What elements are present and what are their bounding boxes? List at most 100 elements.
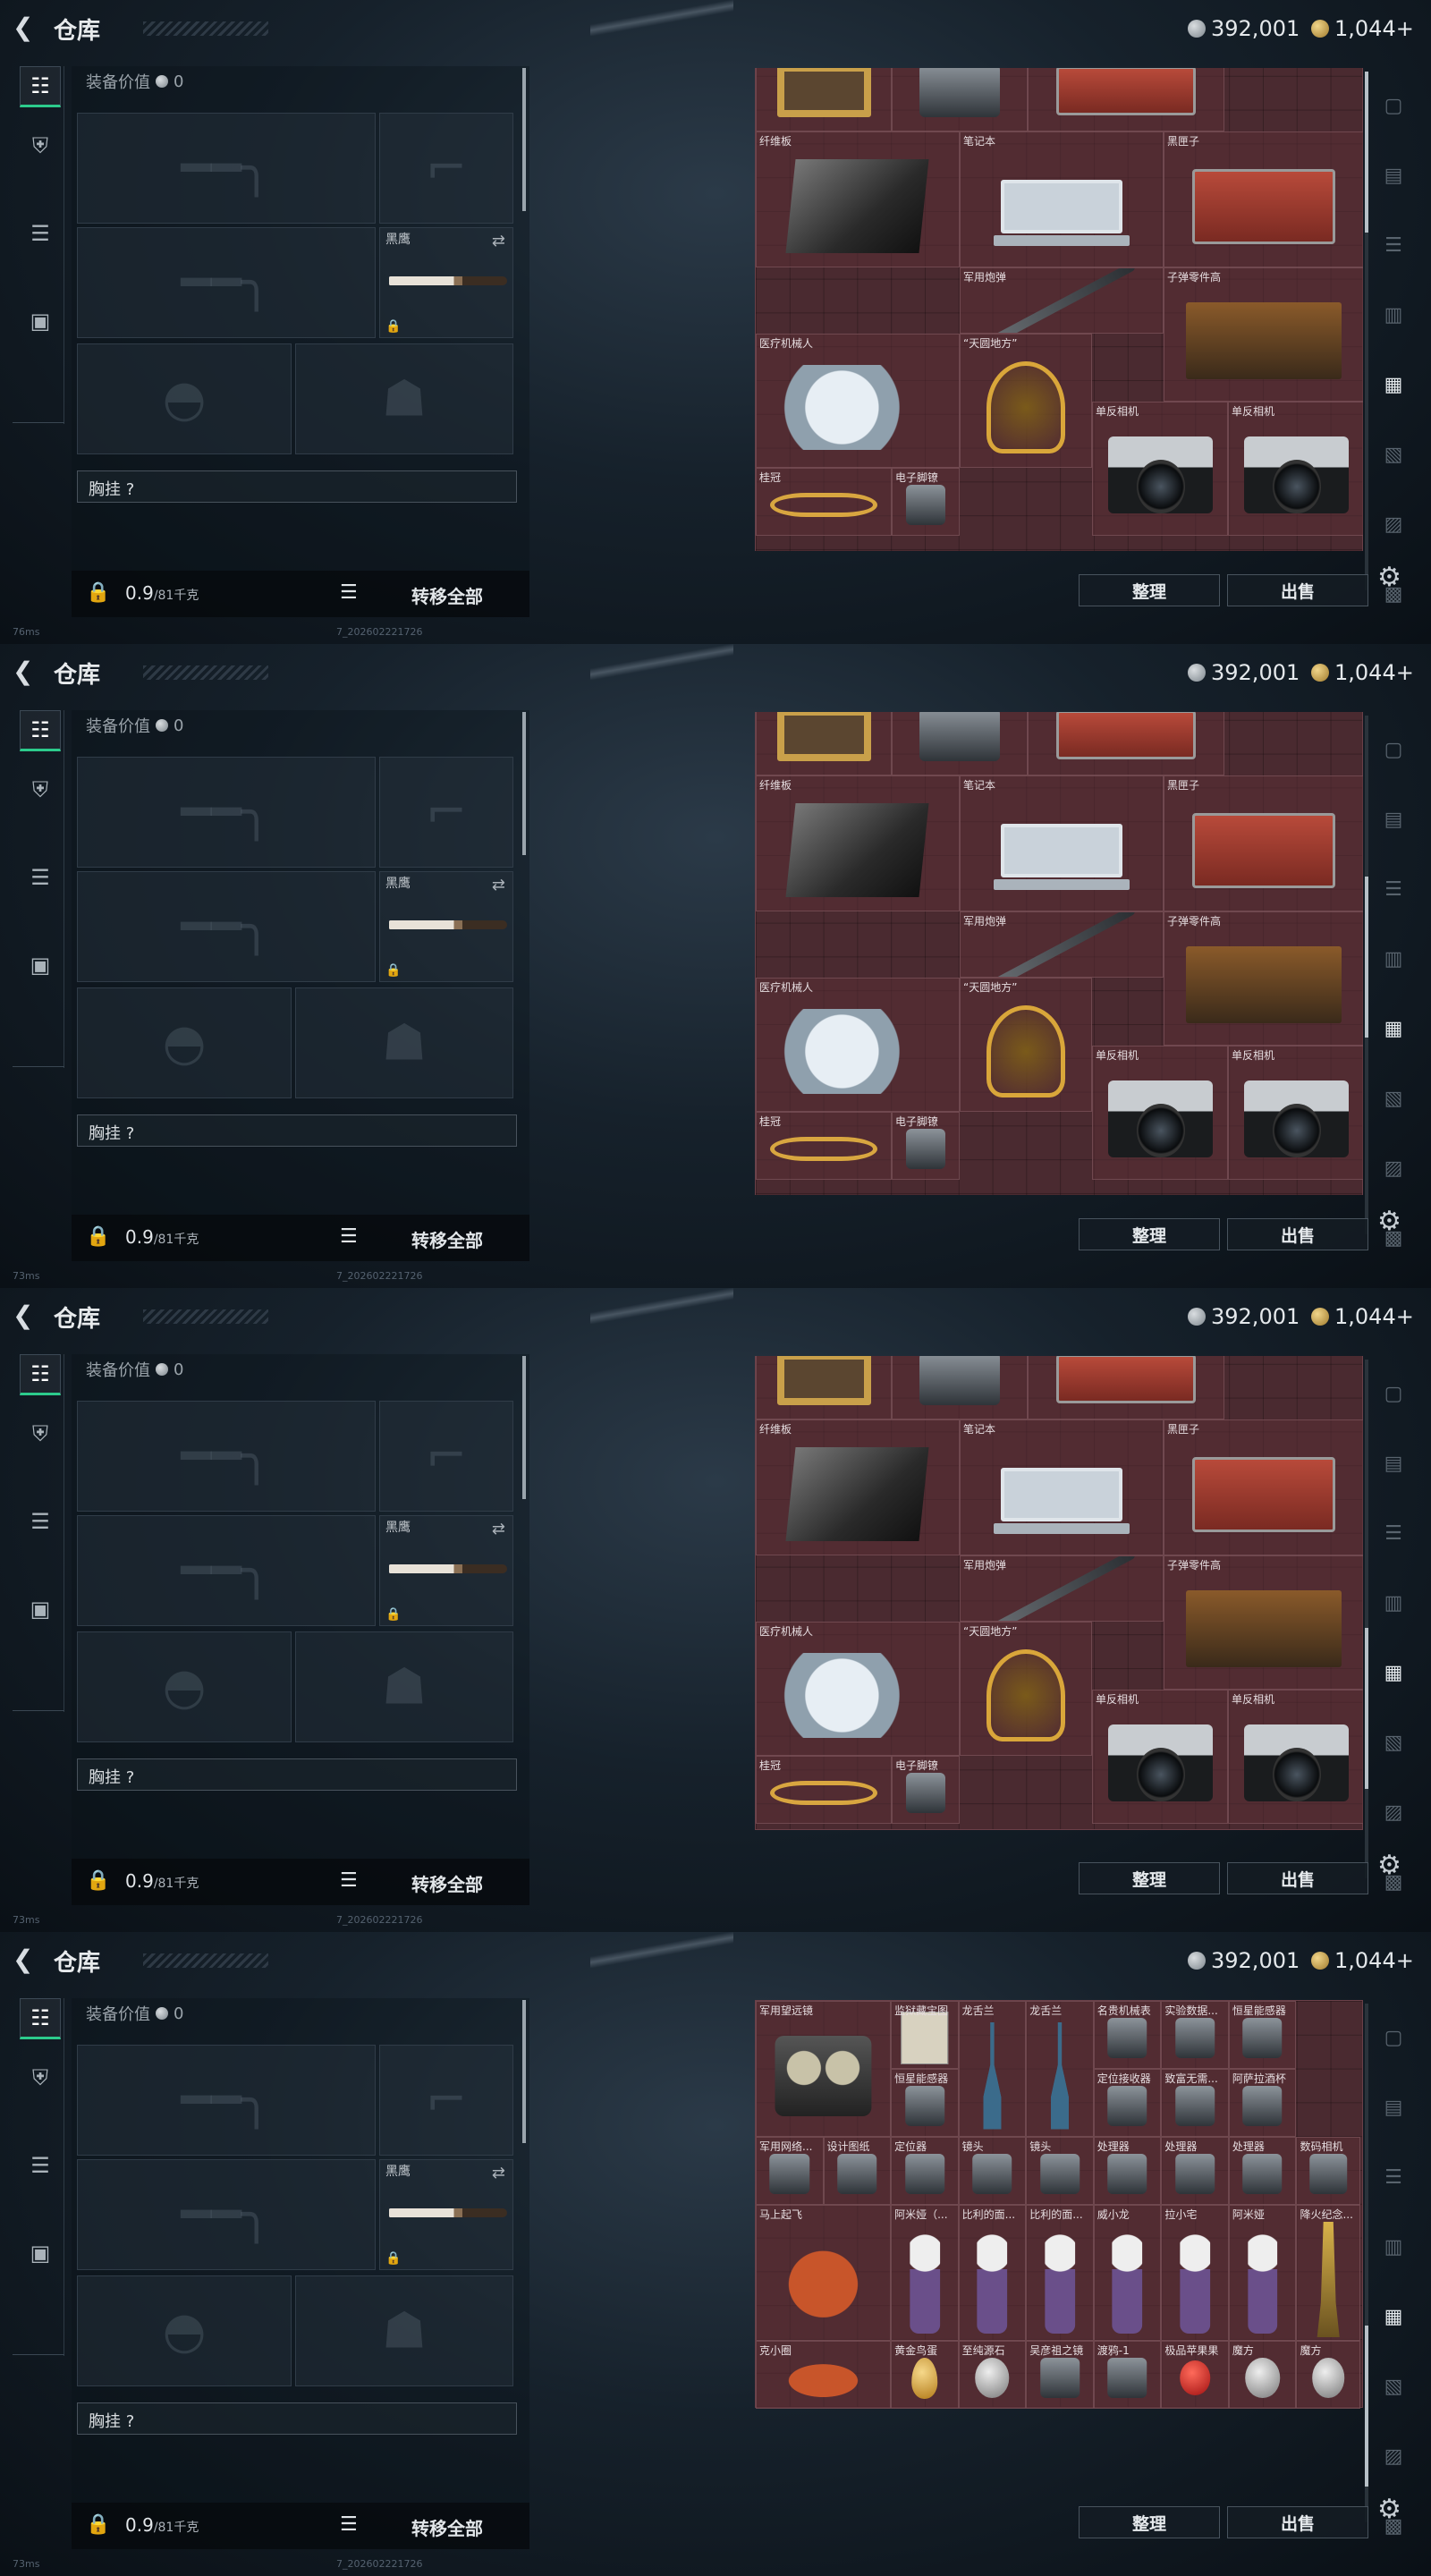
stash-item[interactable]: 镜头 <box>958 2137 1027 2205</box>
transfer-all-button[interactable]: 转移全部 <box>411 2514 483 2540</box>
stash-item[interactable]: 恒星能感器 <box>1228 2001 1297 2069</box>
stash-item[interactable]: 吴彦祖之镜 <box>1026 2341 1094 2409</box>
list-icon[interactable]: ☰ <box>340 581 358 604</box>
stash-scrollbar[interactable] <box>1365 1360 1368 1878</box>
pistol-slot[interactable]: ⌐ <box>379 2045 513 2156</box>
stash-item[interactable]: 名贵机械表 <box>1093 2001 1162 2069</box>
stash-item[interactable]: 马上起飞 <box>756 2205 892 2341</box>
sell-button[interactable]: 出售 <box>1227 1862 1368 1894</box>
helmet-slot[interactable]: ◓ <box>77 987 292 1098</box>
melee-slot[interactable]: 黑鹰 ⇄ 🔒 <box>379 871 513 982</box>
category-tab[interactable]: ▦ <box>1377 1013 1410 1045</box>
nav-briefcase-button[interactable]: ▣ <box>20 2233 61 2274</box>
stash-item[interactable]: 降火纪念... <box>1296 2205 1361 2341</box>
secondary-weapon-slot[interactable]: ━━╮ <box>77 2159 376 2270</box>
stash-item[interactable]: 黑匣子 <box>1164 131 1363 267</box>
nav-clipboard-button[interactable]: ☰ <box>20 1501 61 1542</box>
stash-item[interactable] <box>1028 712 1224 775</box>
category-tab[interactable]: ▨ <box>1377 1152 1410 1184</box>
stash-scrollbar[interactable] <box>1365 72 1368 590</box>
pistol-slot[interactable]: ⌐ <box>379 113 513 224</box>
nav-clipboard-button[interactable]: ☰ <box>20 2145 61 2186</box>
settings-gear-icon[interactable]: ⚙ <box>1377 1850 1401 1881</box>
stash-item[interactable]: 军用炮弹 <box>960 911 1164 978</box>
stash-scrollbar[interactable] <box>1365 2004 1368 2522</box>
equipment-scrollbar[interactable] <box>522 2000 526 2143</box>
stash-item[interactable]: 军用望远镜 <box>756 2001 892 2137</box>
stash-item[interactable]: 纤维板 <box>756 775 960 911</box>
sell-button[interactable]: 出售 <box>1227 1218 1368 1250</box>
stash-item[interactable]: 渡鸦-1 <box>1093 2341 1162 2409</box>
category-tab[interactable]: ▥ <box>1377 943 1410 975</box>
stash-item[interactable]: 子弹零件高 <box>1164 267 1363 402</box>
stash-item[interactable]: 桂冠 <box>756 1756 892 1824</box>
stash-item[interactable] <box>756 68 892 131</box>
stash-item[interactable]: 电子脚镣 <box>892 1756 960 1824</box>
stash-scroll-thumb[interactable] <box>1365 72 1368 233</box>
stash-item[interactable]: 黄金鸟蛋 <box>891 2341 959 2409</box>
stash-item[interactable]: 桂冠 <box>756 1112 892 1180</box>
armor-slot[interactable]: ☗ <box>295 343 513 454</box>
stash-item[interactable]: 单反相机 <box>1092 1690 1228 1824</box>
category-tab[interactable]: ☰ <box>1377 1517 1410 1549</box>
stash-item[interactable]: 龙舌兰 <box>958 2001 1027 2137</box>
chest-rig-slot[interactable]: 胸挂 ? <box>77 1114 517 1147</box>
category-tab[interactable]: ▥ <box>1377 2231 1410 2263</box>
stash-item[interactable]: 医疗机械人 <box>756 1622 960 1756</box>
category-tab[interactable]: ▥ <box>1377 299 1410 331</box>
melee-slot[interactable]: 黑鹰 ⇄ 🔒 <box>379 1515 513 1626</box>
armor-slot[interactable]: ☗ <box>295 1631 513 1742</box>
stash-item[interactable]: 单反相机 <box>1228 1690 1363 1824</box>
stash-item[interactable]: 子弹零件高 <box>1164 1555 1363 1690</box>
stash-item[interactable]: 处理器 <box>1161 2137 1229 2205</box>
stash-item[interactable]: 黑匣子 <box>1164 1419 1363 1555</box>
stash-item[interactable]: 监狱藏宝图 <box>891 2001 959 2069</box>
category-tab[interactable]: ▢ <box>1377 89 1410 122</box>
stash-scroll-thumb[interactable] <box>1365 2326 1368 2487</box>
category-tab[interactable]: ▨ <box>1377 2440 1410 2472</box>
nav-briefcase-button[interactable]: ▣ <box>20 301 61 342</box>
settings-gear-icon[interactable]: ⚙ <box>1377 2494 1401 2525</box>
stash-item[interactable] <box>1028 68 1224 131</box>
helmet-slot[interactable]: ◓ <box>77 343 292 454</box>
armor-slot[interactable]: ☗ <box>295 2275 513 2386</box>
category-tab[interactable]: ▦ <box>1377 1657 1410 1689</box>
gold-currency[interactable]: 1,044+ <box>1311 660 1414 685</box>
list-icon[interactable]: ☰ <box>340 2513 358 2536</box>
helmet-slot[interactable]: ◓ <box>77 2275 292 2386</box>
chest-rig-slot[interactable]: 胸挂 ? <box>77 2402 517 2435</box>
stash-item[interactable]: 电子脚镣 <box>892 1112 960 1180</box>
category-tab[interactable]: ▢ <box>1377 1377 1410 1410</box>
stash-item[interactable]: “天圆地方” <box>960 1622 1092 1756</box>
stash-item[interactable] <box>892 1356 1028 1419</box>
sort-button[interactable]: 整理 <box>1079 2506 1220 2538</box>
stash-item[interactable]: 桂冠 <box>756 468 892 536</box>
stash-scroll-thumb[interactable] <box>1365 1628 1368 1789</box>
nav-pistol-button[interactable]: ☷ <box>20 66 61 107</box>
equipment-scrollbar[interactable] <box>522 68 526 211</box>
swap-icon[interactable]: ⇄ <box>492 232 505 250</box>
stash-item[interactable]: 军用炮弹 <box>960 1555 1164 1622</box>
category-tab[interactable]: ▨ <box>1377 508 1410 540</box>
stash-item[interactable] <box>892 68 1028 131</box>
stash-item[interactable]: 单反相机 <box>1092 402 1228 536</box>
nav-clipboard-button[interactable]: ☰ <box>20 213 61 254</box>
transfer-all-button[interactable]: 转移全部 <box>411 1226 483 1252</box>
transfer-all-button[interactable]: 转移全部 <box>411 582 483 608</box>
category-tab[interactable]: ▢ <box>1377 2021 1410 2054</box>
stash-item[interactable] <box>756 1356 892 1419</box>
stash-item[interactable]: 笔记本 <box>960 775 1164 911</box>
secondary-weapon-slot[interactable]: ━━╮ <box>77 1515 376 1626</box>
primary-weapon-slot[interactable]: ━━╮ <box>77 1401 376 1512</box>
stash-item[interactable] <box>1028 1356 1224 1419</box>
category-tab[interactable]: ☰ <box>1377 2161 1410 2193</box>
stash-scroll-thumb[interactable] <box>1365 877 1368 1038</box>
stash-item[interactable]: 纤维板 <box>756 131 960 267</box>
stash-item[interactable]: 恒星能感器 <box>891 2069 959 2137</box>
category-tab[interactable]: ☰ <box>1377 229 1410 261</box>
stash-item[interactable]: “天圆地方” <box>960 334 1092 468</box>
stash-item[interactable]: 医疗机械人 <box>756 978 960 1112</box>
category-tab[interactable]: ▧ <box>1377 1726 1410 1758</box>
nav-briefcase-button[interactable]: ▣ <box>20 1589 61 1630</box>
stash-item[interactable]: 电子脚镣 <box>892 468 960 536</box>
